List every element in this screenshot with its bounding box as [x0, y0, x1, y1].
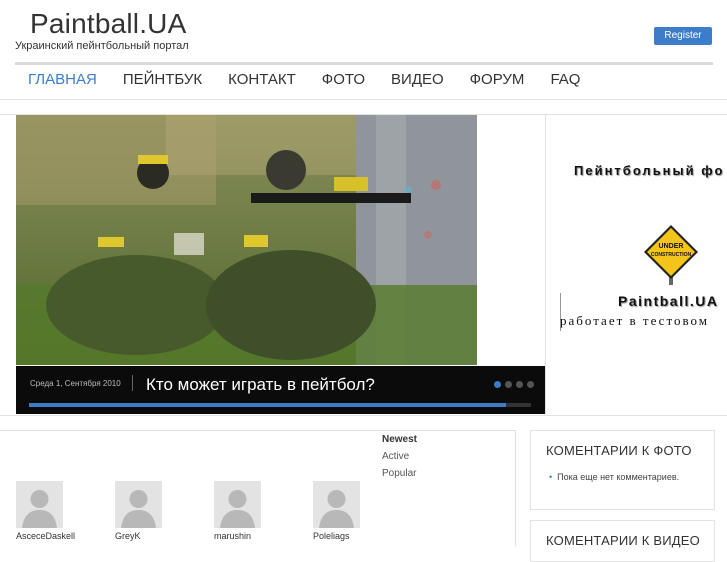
member-name[interactable]: marushin — [214, 531, 284, 541]
svg-text:UNDER: UNDER — [659, 243, 684, 250]
banner-heading: Пейнтбольный фо — [574, 163, 725, 178]
slide-image[interactable] — [16, 115, 477, 365]
slide-dot[interactable] — [527, 381, 534, 388]
slide-progress-track — [29, 403, 531, 407]
nav-item-faq[interactable]: FAQ — [550, 71, 580, 91]
member-filters: Newest Active Popular — [382, 433, 417, 484]
slide-caption: Среда 1, Сентября 2010 Кто может играть … — [16, 366, 545, 414]
slide-title[interactable]: Кто может играть в пейтбол? — [146, 375, 375, 395]
slide-pager — [494, 381, 538, 388]
nav-item-forum[interactable]: ФОРУМ — [470, 71, 525, 91]
svg-text:CONSTRUCTION: CONSTRUCTION — [651, 252, 692, 258]
empty-comments-text: Пока еще нет комментариев. — [531, 458, 714, 482]
paintball-players-photo — [16, 115, 477, 365]
default-avatar-icon — [220, 490, 255, 528]
caption-separator — [132, 375, 133, 391]
filter-active[interactable]: Active — [382, 450, 417, 467]
main-nav: ГЛАВНАЯ ПЕЙНТБУК КОНТАКТ ФОТО ВИДЕО ФОРУ… — [15, 71, 606, 91]
member-card[interactable]: Poleliags — [313, 481, 383, 541]
member-name[interactable]: Poleliags — [313, 531, 383, 541]
filter-popular[interactable]: Popular — [382, 467, 417, 484]
slide-progress-fill — [29, 403, 506, 407]
photo-comments-widget: КОМЕНТАРИИ К ФОТО Пока еще нет комментар… — [530, 430, 715, 510]
video-comments-widget: КОМЕНТАРИИ К ВИДЕО — [530, 520, 715, 562]
nav-divider — [15, 62, 713, 65]
banner-status: работает в тестовом — [560, 313, 709, 328]
register-button[interactable]: Register — [654, 27, 712, 45]
nav-item-paintbook[interactable]: ПЕЙНТБУК — [123, 71, 202, 91]
avatar[interactable] — [16, 481, 63, 528]
nav-item-photo[interactable]: ФОТО — [322, 71, 365, 91]
under-construction-icon: UNDER CONSTRUCTION — [644, 225, 698, 285]
member-card[interactable]: GreyK — [115, 481, 185, 541]
member-card[interactable]: marushin — [214, 481, 284, 541]
default-avatar-icon — [22, 490, 57, 528]
side-banner: Пейнтбольный фо UNDER CONSTRUCTION Paint… — [545, 115, 727, 415]
slide-dot[interactable] — [505, 381, 512, 388]
default-avatar-icon — [319, 490, 354, 528]
nav-item-home[interactable]: ГЛАВНАЯ — [28, 71, 97, 91]
avatar[interactable] — [214, 481, 261, 528]
slide-dot[interactable] — [516, 381, 523, 388]
members-widget: Newest Active Popular AsceceDaskell Grey… — [0, 430, 516, 546]
member-name[interactable]: GreyK — [115, 531, 185, 541]
site-tagline: Украинский пейнтбольный портал — [15, 40, 189, 52]
banner-brand: Paintball.UA — [618, 293, 719, 309]
avatar[interactable] — [115, 481, 162, 528]
widget-title: КОМЕНТАРИИ К ФОТО — [546, 443, 692, 458]
site-header: Paintball.UA Украинский пейнтбольный пор… — [0, 0, 727, 100]
site-title[interactable]: Paintball.UA — [30, 8, 186, 40]
nav-item-video[interactable]: ВИДЕО — [391, 71, 444, 91]
featured-slider: Среда 1, Сентября 2010 Кто может играть … — [0, 114, 727, 416]
filter-newest[interactable]: Newest — [382, 433, 417, 450]
nav-item-contact[interactable]: КОНТАКТ — [228, 71, 296, 91]
member-card[interactable]: AsceceDaskell — [16, 481, 86, 541]
slide-date: Среда 1, Сентября 2010 — [30, 379, 121, 388]
default-avatar-icon — [121, 490, 156, 528]
avatar[interactable] — [313, 481, 360, 528]
slide-dot[interactable] — [494, 381, 501, 388]
member-name[interactable]: AsceceDaskell — [16, 531, 86, 541]
widget-title: КОМЕНТАРИИ К ВИДЕО — [546, 533, 700, 548]
